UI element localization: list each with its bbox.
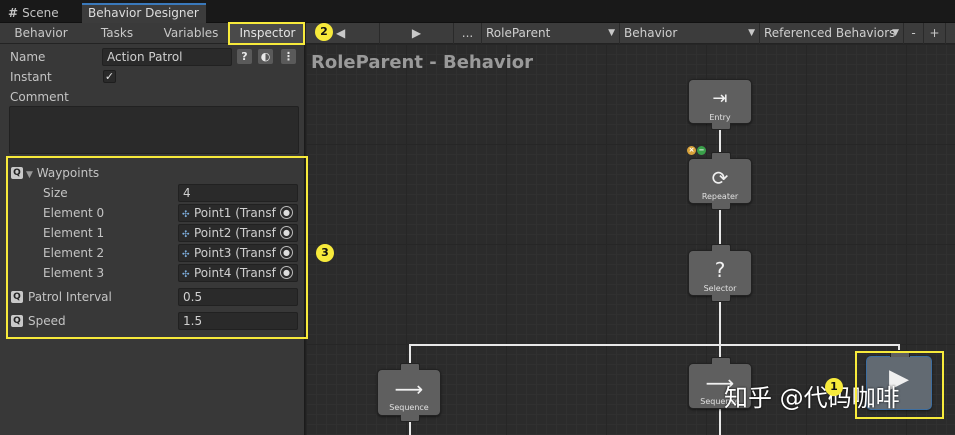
tab-scene[interactable]: # Scene xyxy=(2,3,80,23)
comment-label: Comment xyxy=(10,90,69,104)
remove-button[interactable]: - xyxy=(904,23,924,44)
play-button[interactable]: ▶ xyxy=(380,23,454,44)
node-connector[interactable] xyxy=(711,295,731,302)
connection-line xyxy=(409,344,900,346)
behavior-dropdown-value: Behavior xyxy=(624,26,678,40)
dropdown-caret-icon: ▼ xyxy=(892,28,899,38)
referenced-behaviors-value: Referenced Behaviors xyxy=(764,26,896,40)
comment-field[interactable] xyxy=(9,106,299,154)
name-field[interactable]: Action Patrol xyxy=(102,48,232,66)
repeat-icon: ⟳ xyxy=(711,166,729,190)
tab-behavior-designer[interactable]: Behavior Designer xyxy=(82,3,206,23)
tab-behavior-designer-label: Behavior Designer xyxy=(88,6,199,20)
designer-toolbar: ◀ ▶ ... RoleParent ▼ Behavior ▼ Referenced… xyxy=(306,23,955,44)
highlight-inspector-tab xyxy=(228,22,305,45)
node-connector[interactable] xyxy=(400,415,420,422)
node-connector[interactable] xyxy=(711,357,731,364)
sequence-node-label: Sequence xyxy=(389,403,429,412)
node-connector[interactable] xyxy=(711,152,731,159)
grid-hash-icon: # xyxy=(8,6,19,20)
sequence-node[interactable]: ⟶ Sequence xyxy=(377,363,441,422)
name-label: Name xyxy=(10,50,46,64)
dropdown-caret-icon: ▼ xyxy=(748,28,755,38)
help-icon[interactable]: ? xyxy=(237,49,252,64)
tab-behavior[interactable]: Behavior xyxy=(0,23,82,44)
behavior-dropdown[interactable]: Behavior ▼ xyxy=(620,23,760,44)
node-connector[interactable] xyxy=(400,363,420,370)
object-dropdown[interactable]: RoleParent ▼ xyxy=(482,23,620,44)
repeater-node[interactable]: ⟳ Repeater xyxy=(688,152,752,210)
instant-label: Instant xyxy=(10,70,52,84)
window-tab-bar: # Scene Behavior Designer xyxy=(0,0,955,23)
instant-checkbox[interactable]: ✓ xyxy=(103,70,116,83)
referenced-behaviors-dropdown[interactable]: Referenced Behaviors ▼ xyxy=(760,23,904,44)
highlight-action-node xyxy=(855,351,944,419)
node-connector[interactable] xyxy=(711,203,731,210)
graph-title: RoleParent - Behavior xyxy=(311,52,534,73)
dropdown-caret-icon: ▼ xyxy=(608,28,615,38)
annotation-badge: 3 xyxy=(316,244,334,262)
tab-scene-label: Scene xyxy=(22,6,59,20)
add-button[interactable]: + xyxy=(924,23,946,44)
tab-variables[interactable]: Variables xyxy=(152,23,230,44)
entry-node-label: Entry xyxy=(709,113,731,122)
annotation-badge: 2 xyxy=(315,23,333,41)
arrow-right-icon: ⟶ xyxy=(394,377,424,401)
selector-node[interactable]: ? Selector xyxy=(688,244,752,302)
status-fail-icon: × xyxy=(687,146,696,155)
annotation-badge: 1 xyxy=(825,378,843,396)
node-connector[interactable] xyxy=(711,123,731,130)
tab-tasks[interactable]: Tasks xyxy=(82,23,152,44)
reset-icon[interactable]: ◐ xyxy=(258,49,273,64)
repeater-node-label: Repeater xyxy=(701,192,739,201)
selector-node-label: Selector xyxy=(703,284,737,293)
entry-node[interactable]: ⇥ Entry xyxy=(688,79,752,130)
menu-icon[interactable]: ⋮ xyxy=(281,49,296,64)
entry-icon: ⇥ xyxy=(712,88,728,109)
object-dropdown-value: RoleParent xyxy=(486,26,551,40)
question-icon: ? xyxy=(714,258,726,282)
status-success-icon: − xyxy=(697,146,706,155)
more-button[interactable]: ... xyxy=(454,23,482,44)
highlight-variables xyxy=(6,156,308,339)
node-connector[interactable] xyxy=(711,244,731,251)
